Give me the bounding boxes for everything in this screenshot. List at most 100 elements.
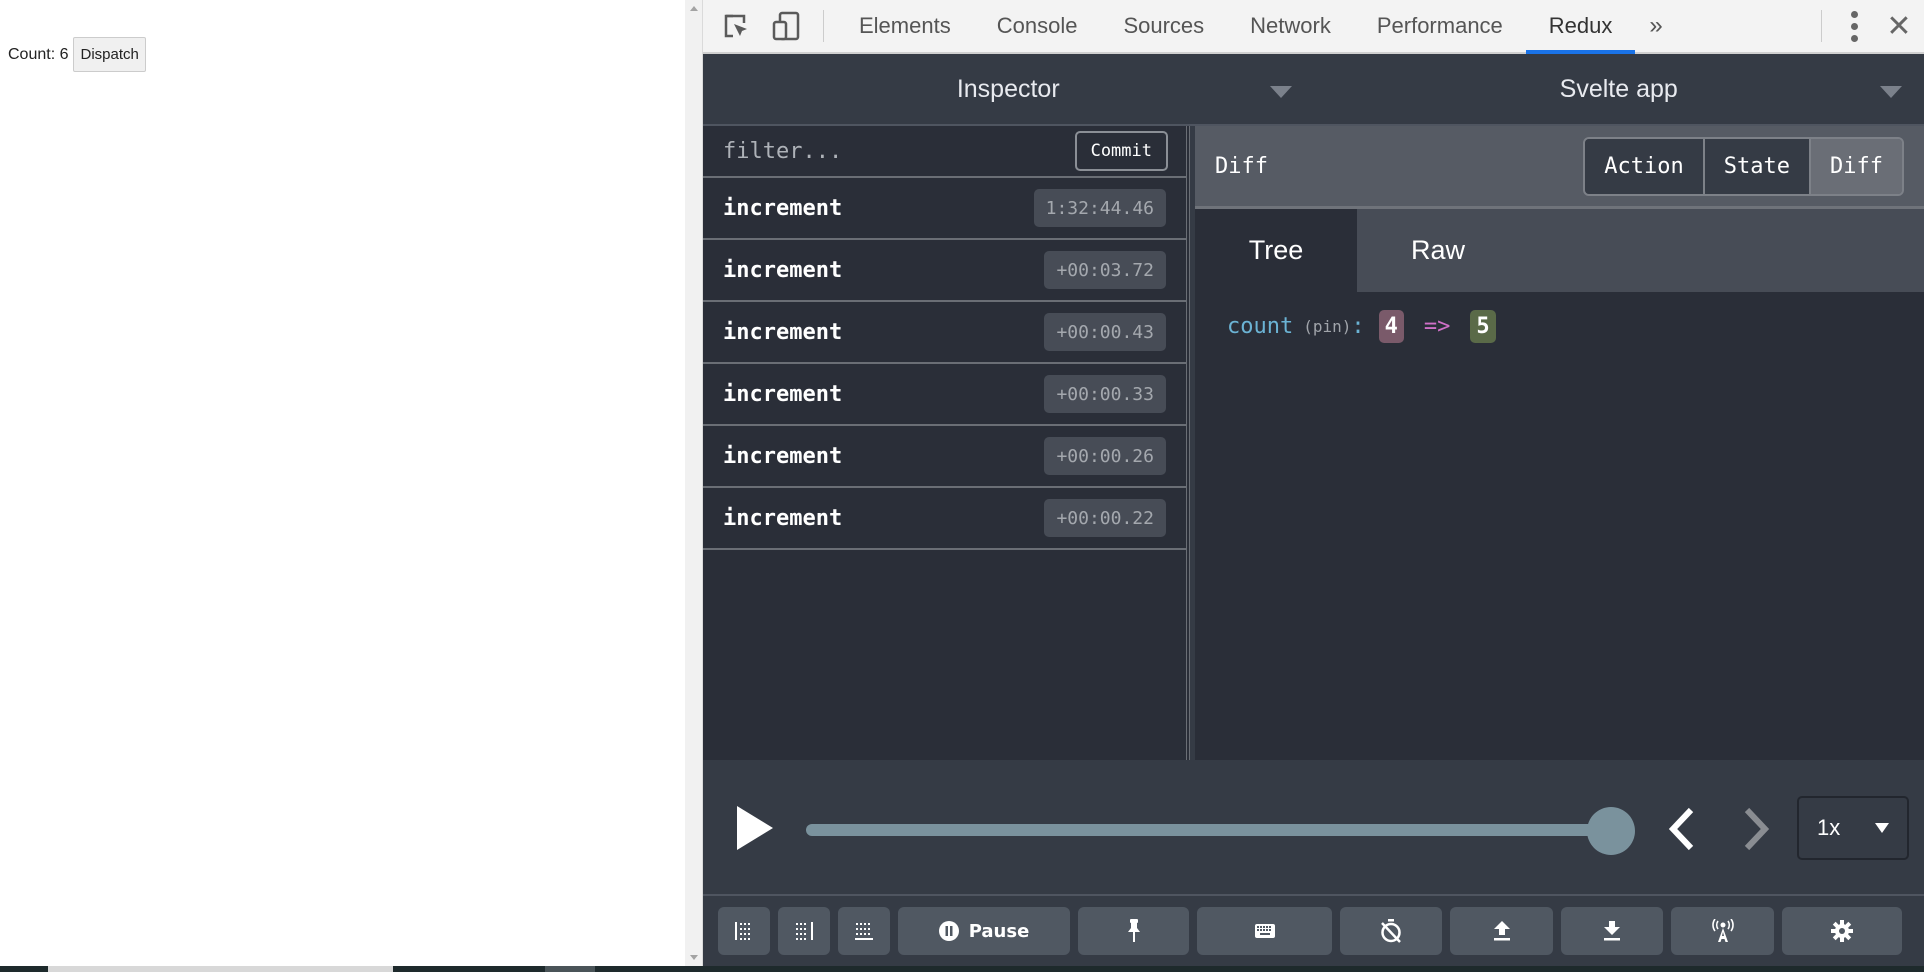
- dock-right-button[interactable]: [778, 907, 830, 955]
- action-list: Commit increment 1:32:44.46 increment +0…: [703, 126, 1190, 760]
- speed-select[interactable]: 1x: [1797, 796, 1909, 860]
- tab-network[interactable]: Network: [1227, 0, 1354, 52]
- taskbar-item[interactable]: [545, 966, 595, 972]
- slider-thumb[interactable]: [1587, 807, 1635, 855]
- taskbar-item[interactable]: [48, 966, 393, 972]
- keyboard-button[interactable]: [1197, 907, 1332, 955]
- tab-state[interactable]: State: [1704, 138, 1812, 194]
- chevron-down-icon: [1880, 86, 1902, 98]
- tab-diff[interactable]: Diff: [1811, 138, 1902, 194]
- more-tabs-icon[interactable]: »: [1635, 12, 1676, 40]
- tab-performance[interactable]: Performance: [1354, 0, 1526, 52]
- action-name: increment: [723, 195, 843, 221]
- devtools-toolbar: Elements Console Sources Network Perform…: [703, 0, 1924, 54]
- filter-input[interactable]: [723, 138, 1023, 164]
- pause-label: Pause: [968, 920, 1030, 942]
- action-time[interactable]: +00:03.72: [1044, 251, 1166, 289]
- counter-app: Count: 6 Dispatch: [8, 37, 146, 72]
- export-button[interactable]: [1561, 907, 1663, 955]
- pause-icon: [938, 921, 959, 941]
- monitor-select-label: Inspector: [956, 74, 1060, 103]
- keyboard-icon: [1254, 924, 1275, 938]
- diff-arrow: =>: [1423, 314, 1451, 339]
- tab-action[interactable]: Action: [1585, 138, 1705, 194]
- tab-elements[interactable]: Elements: [836, 0, 974, 52]
- speed-value: 1x: [1817, 815, 1841, 840]
- instance-select[interactable]: Svelte app: [1314, 54, 1924, 124]
- view-tabs: Tree Raw: [1195, 209, 1924, 292]
- dispatch-button[interactable]: Dispatch: [73, 37, 146, 72]
- diff-entry: count (pin) : 4 => 5: [1195, 292, 1924, 343]
- action-row[interactable]: increment +00:00.33: [703, 364, 1186, 426]
- dock-left-icon: [735, 922, 753, 940]
- close-icon[interactable]: ✕: [1874, 9, 1924, 44]
- action-name: increment: [723, 505, 843, 531]
- pin-icon: [1127, 919, 1141, 943]
- step-back-icon[interactable]: [1663, 806, 1703, 852]
- action-time[interactable]: +00:00.43: [1044, 313, 1166, 351]
- inspect-element-icon[interactable]: [711, 0, 761, 52]
- action-row[interactable]: increment +00:00.26: [703, 426, 1186, 488]
- pin-button[interactable]: [1078, 907, 1189, 955]
- monitor-select[interactable]: Inspector: [703, 54, 1314, 124]
- instance-select-label: Svelte app: [1559, 74, 1678, 103]
- pause-button[interactable]: Pause: [898, 907, 1070, 955]
- diff-colon: :: [1351, 314, 1365, 339]
- page-viewport: Count: 6 Dispatch: [0, 0, 685, 966]
- settings-icon: [1831, 920, 1853, 942]
- diff-new-value: 5: [1470, 310, 1496, 343]
- slider-track[interactable]: [806, 824, 1611, 836]
- settings-button[interactable]: [1782, 907, 1902, 955]
- action-row[interactable]: increment +00:00.43: [703, 302, 1186, 364]
- step-forward-icon[interactable]: [1735, 806, 1775, 852]
- action-row[interactable]: increment +00:03.72: [703, 240, 1186, 302]
- dock-bottom-button[interactable]: [838, 907, 890, 955]
- detail-header: Diff Action State Diff: [1195, 126, 1924, 209]
- remote-button[interactable]: [1671, 907, 1774, 955]
- remote-icon: [1711, 919, 1735, 943]
- action-time[interactable]: +00:00.33: [1044, 375, 1166, 413]
- toolbar-divider: [1821, 10, 1822, 42]
- toolbar-divider: [823, 10, 824, 42]
- pin-link[interactable]: (pin): [1303, 317, 1351, 336]
- slider-monitor: 1x: [703, 760, 1924, 896]
- page-scrollbar[interactable]: [685, 0, 703, 966]
- tab-tree[interactable]: Tree: [1195, 209, 1357, 292]
- action-name: increment: [723, 257, 843, 283]
- dock-bottom-icon: [855, 922, 873, 940]
- redux-header: Inspector Svelte app: [703, 54, 1924, 126]
- timer-off-button[interactable]: [1340, 907, 1442, 955]
- dock-left-button[interactable]: [718, 907, 770, 955]
- kebab-menu-icon[interactable]: [1834, 10, 1874, 42]
- action-time[interactable]: +00:00.22: [1044, 499, 1166, 537]
- download-icon: [1603, 921, 1621, 941]
- tab-console[interactable]: Console: [974, 0, 1101, 52]
- action-time[interactable]: 1:32:44.46: [1033, 189, 1166, 227]
- upload-icon: [1493, 921, 1511, 941]
- diff-key[interactable]: count: [1227, 314, 1293, 339]
- dock-right-icon: [795, 922, 813, 940]
- scroll-down-icon[interactable]: [690, 955, 698, 960]
- tab-raw[interactable]: Raw: [1357, 209, 1519, 292]
- bottom-button-bar: Pause: [703, 896, 1924, 966]
- tab-sources[interactable]: Sources: [1100, 0, 1227, 52]
- action-time[interactable]: +00:00.26: [1044, 437, 1166, 475]
- devtools-panel: Elements Console Sources Network Perform…: [703, 0, 1924, 966]
- device-toolbar-icon[interactable]: [761, 0, 811, 52]
- count-label: Count: 6: [8, 45, 69, 63]
- play-icon[interactable]: [737, 806, 773, 850]
- taskbar-strip: [0, 966, 1924, 972]
- action-name: increment: [723, 443, 843, 469]
- commit-button[interactable]: Commit: [1074, 131, 1168, 171]
- action-detail-pane: Diff Action State Diff Tree Raw count (p…: [1195, 126, 1924, 760]
- diff-old-value: 4: [1378, 310, 1404, 343]
- action-row[interactable]: increment 1:32:44.46: [703, 178, 1186, 240]
- action-name: increment: [723, 319, 843, 345]
- detail-title: Diff: [1215, 153, 1268, 179]
- timer-off-icon: [1380, 919, 1402, 943]
- scroll-up-icon[interactable]: [690, 6, 698, 11]
- action-row[interactable]: increment +00:00.22: [703, 488, 1186, 550]
- tab-redux[interactable]: Redux: [1525, 0, 1636, 54]
- chevron-down-icon: [1875, 823, 1889, 833]
- import-button[interactable]: [1450, 907, 1553, 955]
